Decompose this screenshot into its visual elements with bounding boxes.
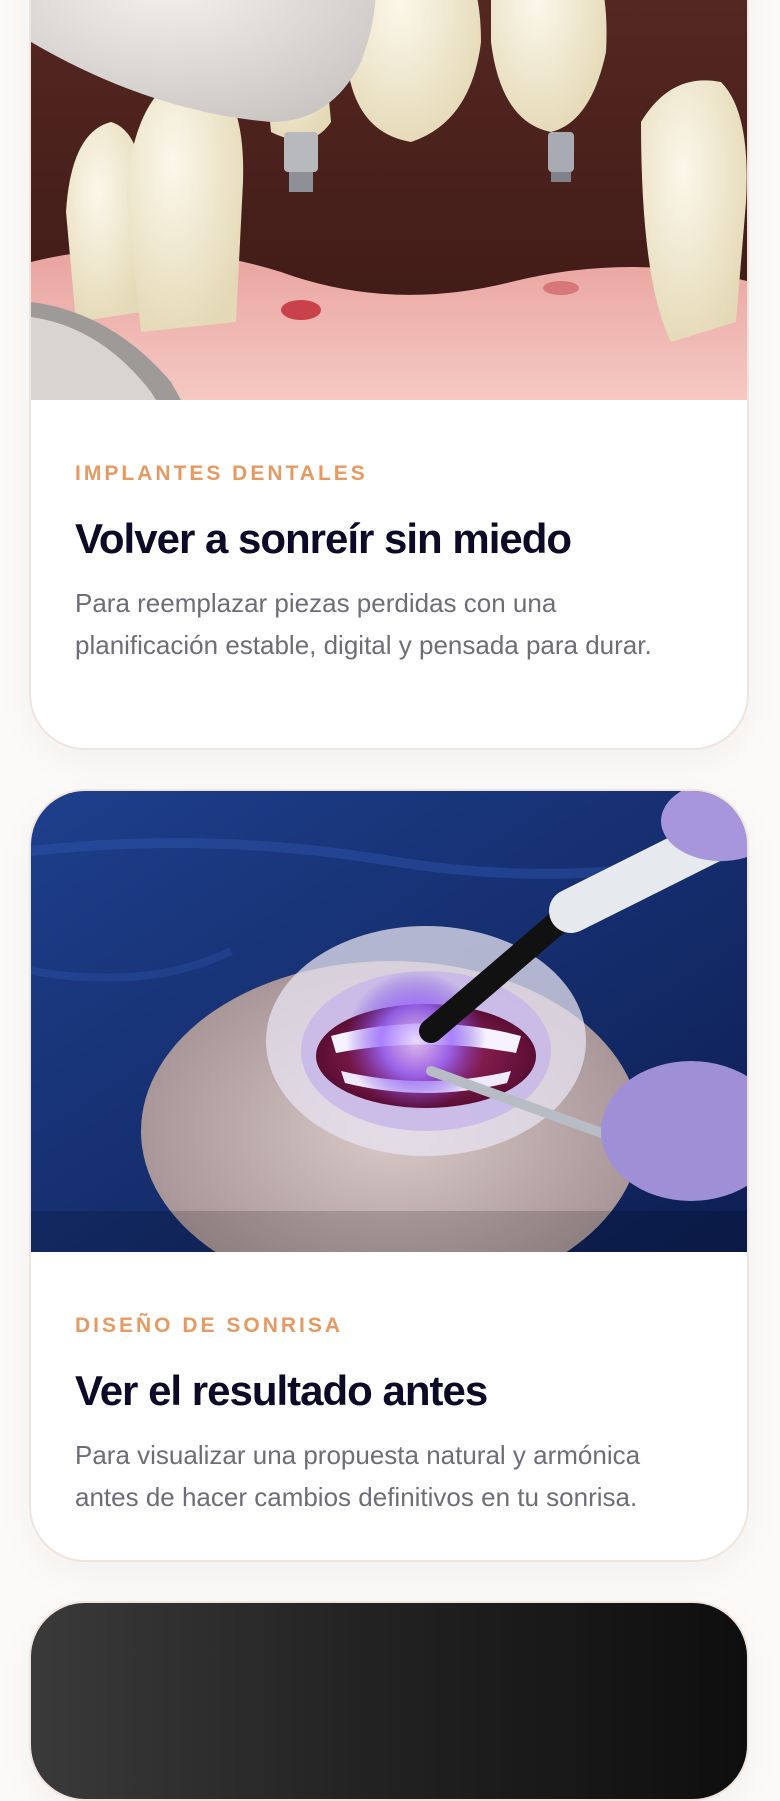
card-image [31, 1603, 747, 1799]
service-card-next[interactable] [29, 1601, 749, 1801]
dental-implant-photo [31, 0, 747, 400]
service-description: Para visualizar una propuesta natural y … [75, 1440, 641, 1513]
service-card-implants[interactable]: IMPLANTES DENTALES Volver a sonreír sin … [29, 0, 749, 750]
service-title: Volver a sonreír sin miedo [75, 515, 572, 562]
service-card-smile-design[interactable]: DISEÑO DE SONRISA Ver el resultado antes… [29, 789, 749, 1562]
dark-photo [31, 1603, 747, 1799]
service-title: Ver el resultado antes [75, 1367, 488, 1414]
service-description: Para reemplazar piezas perdidas con una … [75, 588, 652, 661]
card-image [31, 791, 747, 1252]
service-category-label: DISEÑO DE SONRISA [75, 1314, 344, 1337]
smile-design-photo [31, 791, 747, 1252]
card-image [31, 0, 747, 400]
service-category-label: IMPLANTES DENTALES [75, 462, 368, 485]
